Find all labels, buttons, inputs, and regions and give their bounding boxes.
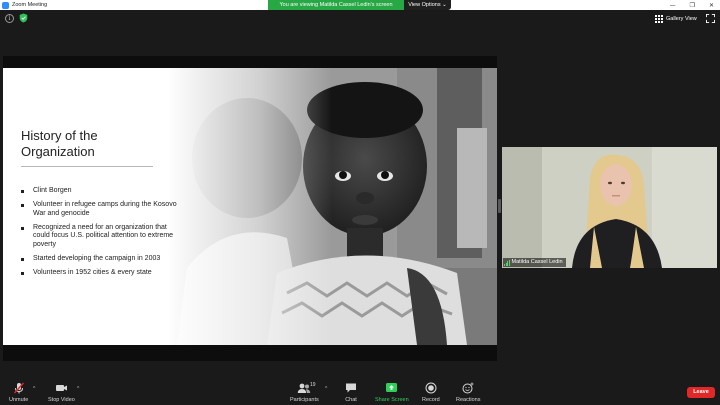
meeting-topbar: i Gallery View — [0, 10, 720, 28]
split-resize-handle[interactable] — [498, 199, 501, 213]
minimize-button[interactable]: — — [670, 2, 676, 9]
reactions-button[interactable]: Reactions — [456, 382, 480, 403]
gallery-view-label: Gallery View — [666, 16, 697, 22]
chat-bubble-icon — [346, 383, 356, 393]
maximize-button[interactable]: ❐ — [690, 2, 695, 9]
audio-options-caret[interactable]: ^ — [33, 386, 35, 392]
slide-title: History of the Organization — [21, 128, 171, 160]
slide-title-line1: History of the — [21, 128, 98, 143]
slide-photo-children — [167, 68, 497, 345]
bullet-item: Started developing the campaign in 2003 — [19, 255, 179, 264]
participants-count: 19 — [310, 382, 316, 388]
view-options-button[interactable]: View Options ⌄ — [404, 0, 451, 10]
close-button[interactable]: ✕ — [709, 2, 714, 9]
gallery-view-button[interactable]: Gallery View — [655, 13, 697, 25]
stop-video-button[interactable]: Stop Video — [48, 382, 75, 403]
record-icon — [425, 382, 437, 394]
bullet-item: Recognized a need for an organization th… — [19, 224, 179, 250]
unmute-label: Unmute — [9, 397, 29, 403]
share-banner: You are viewing Matilda Cassel Ledin's s… — [268, 0, 451, 10]
grid-icon — [655, 15, 663, 23]
video-camera-icon — [55, 385, 67, 391]
bullet-item: Volunteer in refugee camps during the Ko… — [19, 201, 179, 218]
window-controls: — ❐ ✕ — [670, 0, 714, 10]
shared-screen: History of the Organization Clint Borgen… — [3, 56, 497, 361]
participant-video-tile[interactable]: Matilda Cassel Ledin — [502, 147, 717, 268]
participant-video-feed — [502, 147, 717, 268]
participants-options-caret[interactable]: ^ — [325, 386, 327, 392]
participant-name-tag: Matilda Cassel Ledin — [503, 258, 566, 267]
window-title: Zoom Meeting — [12, 2, 48, 8]
share-screen-icon — [386, 383, 398, 392]
slide-divider — [21, 166, 153, 167]
bullet-item: Clint Borgen — [19, 187, 179, 196]
slide-title-line2: Organization — [21, 144, 95, 159]
stop-video-label: Stop Video — [48, 397, 75, 403]
signal-strength-icon — [504, 259, 510, 266]
slide-bullet-list: Clint Borgen Volunteer in refugee camps … — [19, 187, 179, 283]
leave-meeting-button[interactable]: Leave — [687, 387, 715, 398]
share-screen-label: Share Screen — [375, 397, 409, 403]
unmute-button[interactable]: Unmute — [9, 382, 28, 403]
record-button[interactable]: Record — [422, 382, 440, 403]
record-label: Record — [422, 397, 440, 403]
security-shield-icon[interactable] — [19, 13, 28, 23]
reactions-label: Reactions — [456, 397, 481, 403]
muted-microphone-icon — [13, 382, 24, 394]
zoom-logo-icon — [2, 1, 9, 9]
video-options-caret[interactable]: ^ — [77, 386, 79, 392]
chat-button[interactable]: Chat — [345, 382, 357, 403]
participant-name: Matilda Cassel Ledin — [511, 259, 563, 265]
smiley-plus-icon — [462, 382, 474, 394]
fullscreen-icon[interactable] — [706, 14, 715, 23]
chat-label: Chat — [345, 397, 357, 403]
presentation-slide: History of the Organization Clint Borgen… — [3, 68, 497, 345]
viewing-screen-label: You are viewing Matilda Cassel Ledin's s… — [268, 0, 404, 10]
share-screen-button[interactable]: Share Screen — [375, 382, 409, 403]
participants-label: Participants — [290, 397, 319, 403]
meeting-toolbar: Unmute ^ Stop Video ^ Participants 19 ^ … — [0, 379, 720, 405]
info-icon[interactable]: i — [5, 14, 14, 23]
bullet-item: Volunteers in 1952 cities & every state — [19, 269, 179, 278]
